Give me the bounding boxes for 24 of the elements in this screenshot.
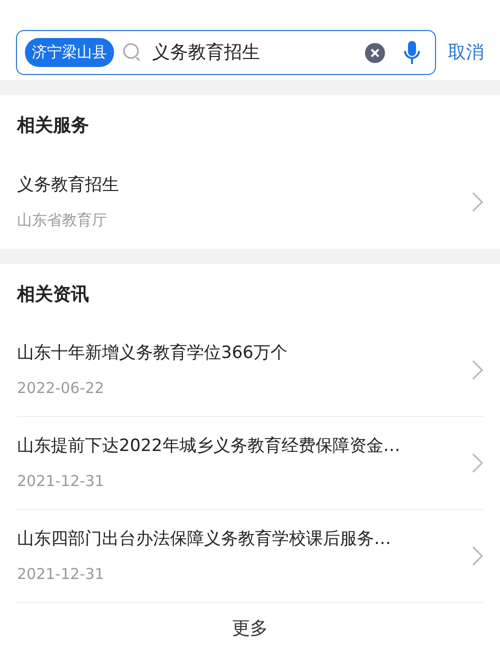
microphone-icon[interactable] [403,40,421,66]
item-title: 山东提前下达2022年城乡义务教育经费保障资金… [17,435,400,458]
item-date: 2022-06-22 [17,378,106,398]
item-title: 义务教育招生 [17,174,119,197]
chevron-icon [472,192,483,212]
more-button[interactable]: 更多 [232,615,268,642]
list-item[interactable]: 山东四部门出台办法保障义务教育学校课后服务… 2021-12-31 [17,510,483,603]
item-title: 山东十年新增义务教育学位366万个 [17,342,288,365]
chevron-icon [472,546,483,566]
region-tag[interactable]: 济宁梁山县 [25,38,114,67]
item-source: 山东省教育厅 [17,210,108,230]
item-date: 2021-12-31 [17,564,106,584]
list-item[interactable]: 山东十年新增义务教育学位366万个 2022-06-22 [17,324,483,417]
cancel-button[interactable]: 取消 [448,39,484,66]
section-title: 相关服务 [16,114,90,138]
list-item[interactable]: 义务教育招生 山东省教育厅 [17,155,483,249]
list-item[interactable]: 山东提前下达2022年城乡义务教育经费保障资金… 2021-12-31 [17,417,483,510]
clear-icon[interactable] [365,42,385,62]
item-date: 2021-12-31 [17,470,106,492]
chevron-icon [472,360,483,380]
section-title: 相关资讯 [16,282,90,306]
item-title: 山东四部门出台办法保障义务教育学校课后服务… [17,528,391,551]
search-field[interactable]: 济宁梁山县 义务教育招生 [16,30,436,75]
chevron-icon [472,453,483,473]
